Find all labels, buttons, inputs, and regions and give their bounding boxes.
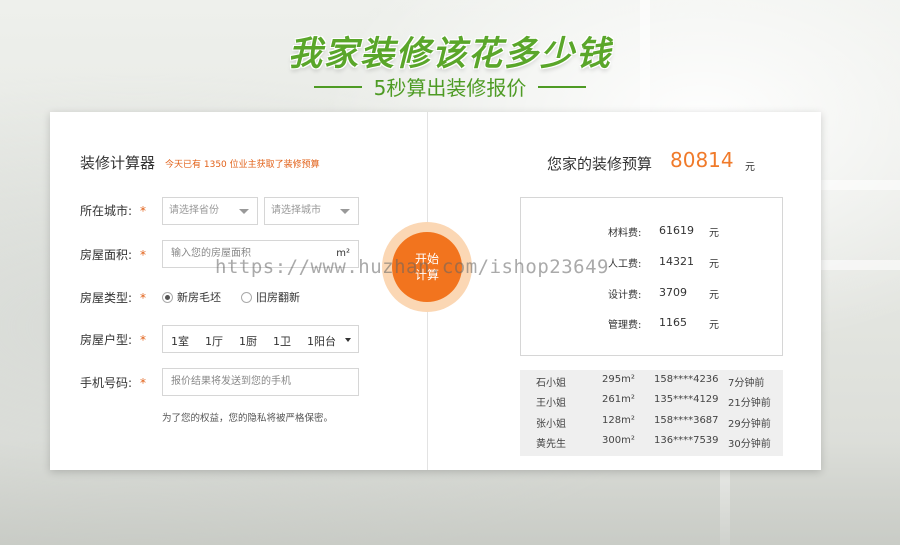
- type-label: 房屋类型: *: [80, 289, 146, 306]
- radio-checked-icon: [162, 291, 173, 303]
- recent-phone: 158****3687: [654, 415, 719, 426]
- list-item: 张小姐 128m² 158****3687 29分钟前: [520, 412, 783, 432]
- layout-label-text: 房屋户型:: [80, 333, 133, 347]
- recent-quotes-list: 石小姐 295m² 158****4236 7分钟前 王小姐 261m² 135…: [520, 370, 783, 456]
- list-item: 王小姐 261m² 135****4129 21分钟前: [520, 391, 783, 411]
- layout-selector[interactable]: 1室 1厅 1厨 1卫 1阳台: [162, 325, 359, 353]
- layout-label: 房屋户型: *: [80, 331, 146, 348]
- chevron-down-icon: [239, 209, 249, 214]
- fee-value: 61619: [659, 224, 694, 237]
- type-label-text: 房屋类型:: [80, 291, 133, 305]
- subtitle-dash-left: [313, 85, 362, 88]
- fee-label: 材料费:: [608, 228, 642, 239]
- page-subtitle: 5秒算出装修报价: [0, 72, 900, 101]
- recent-name: 张小姐: [536, 419, 566, 430]
- required-star: *: [140, 376, 147, 390]
- radio-unchecked-icon: [241, 291, 252, 303]
- recent-phone: 136****7539: [654, 435, 719, 446]
- fee-unit: 元: [709, 290, 719, 301]
- radio-new-house-label: 新房毛坯: [177, 291, 221, 304]
- city-label-text: 所在城市:: [80, 204, 133, 218]
- fee-label: 管理费:: [608, 320, 642, 331]
- recent-name: 石小姐: [536, 378, 566, 389]
- recent-phone: 158****4236: [654, 374, 719, 385]
- layout-bath[interactable]: 1卫: [273, 333, 291, 349]
- phone-input[interactable]: 报价结果将发送到您的手机: [162, 368, 359, 396]
- fee-unit: 元: [709, 228, 719, 239]
- recent-area: 128m²: [602, 415, 635, 426]
- budget-label: 您家的装修预算: [547, 155, 653, 173]
- list-item: 石小姐 295m² 158****4236 7分钟前: [520, 371, 783, 391]
- recent-name: 黄先生: [536, 439, 566, 450]
- calculator-panel: 装修计算器 今天已有 1350 位业主获取了装修预算 所在城市: * 请选择省份 …: [50, 112, 821, 470]
- fee-row: 管理费: 1165 元: [521, 316, 784, 332]
- city-select[interactable]: 请选择城市: [264, 197, 359, 225]
- calculator-note: 今天已有 1350 位业主获取了装修预算: [165, 160, 320, 170]
- watermark-text: https://www.huzhan.com/ishop23649: [215, 256, 609, 278]
- fee-row: 材料费: 61619 元: [521, 224, 784, 240]
- required-star: *: [140, 333, 147, 347]
- layout-hall[interactable]: 1厅: [205, 333, 223, 349]
- city-label: 所在城市: *: [80, 202, 146, 219]
- radio-old-house[interactable]: 旧房翻新: [241, 289, 300, 305]
- chevron-down-icon: [345, 338, 351, 342]
- subtitle-text: 5秒算出装修报价: [373, 76, 527, 100]
- calculator-title: 装修计算器: [80, 154, 156, 172]
- fee-unit: 元: [709, 320, 719, 331]
- fee-value: 3709: [659, 286, 687, 299]
- province-select-placeholder: 请选择省份: [169, 205, 219, 216]
- required-star: *: [140, 248, 147, 262]
- layout-room[interactable]: 1室: [171, 333, 189, 349]
- fee-value: 1165: [659, 316, 687, 329]
- recent-time: 29分钟前: [728, 419, 771, 430]
- city-select-placeholder: 请选择城市: [271, 205, 321, 216]
- budget-unit: 元: [745, 162, 755, 173]
- privacy-note: 为了您的权益，您的隐私将被严格保密。: [162, 413, 334, 424]
- fee-value: 14321: [659, 255, 694, 268]
- budget-value: 80814: [670, 148, 734, 172]
- required-star: *: [140, 291, 147, 305]
- radio-new-house[interactable]: 新房毛坯: [162, 289, 221, 305]
- recent-time: 30分钟前: [728, 439, 771, 450]
- required-star: *: [140, 204, 147, 218]
- chevron-down-icon: [340, 209, 350, 214]
- recent-area: 295m²: [602, 374, 635, 385]
- recent-phone: 135****4129: [654, 394, 719, 405]
- list-item: 黄先生 300m² 136****7539 30分钟前: [520, 432, 783, 452]
- phone-label: 手机号码: *: [80, 374, 146, 391]
- phone-label-text: 手机号码:: [80, 376, 133, 390]
- fee-unit: 元: [709, 259, 719, 270]
- page-headline: 我家装修该花多少钱: [288, 34, 612, 74]
- area-label: 房屋面积: *: [80, 246, 146, 263]
- layout-kitchen[interactable]: 1厨: [239, 333, 257, 349]
- area-label-text: 房屋面积:: [80, 248, 133, 262]
- fee-label: 人工费:: [608, 259, 642, 270]
- fee-label: 设计费:: [608, 290, 642, 301]
- recent-time: 7分钟前: [728, 378, 765, 389]
- layout-balcony[interactable]: 1阳台: [307, 333, 336, 349]
- recent-name: 王小姐: [536, 398, 566, 409]
- radio-old-house-label: 旧房翻新: [256, 291, 300, 304]
- province-select[interactable]: 请选择省份: [162, 197, 258, 225]
- phone-input-placeholder: 报价结果将发送到您的手机: [171, 376, 291, 387]
- subtitle-dash-right: [538, 85, 587, 88]
- fee-row: 设计费: 3709 元: [521, 286, 784, 302]
- recent-time: 21分钟前: [728, 398, 771, 409]
- recent-area: 300m²: [602, 435, 635, 446]
- recent-area: 261m²: [602, 394, 635, 405]
